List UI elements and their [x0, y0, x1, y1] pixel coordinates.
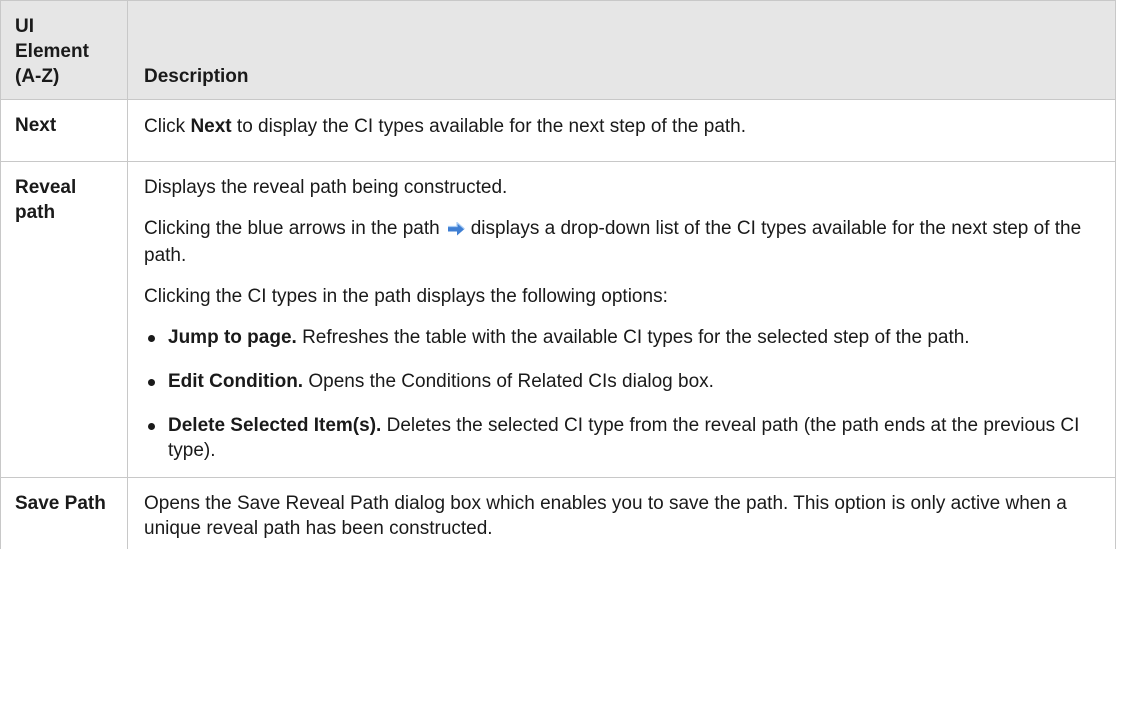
description-paragraph: Clicking the blue arrows in the path disp… — [144, 216, 1099, 268]
column-header-ui-element: UI Element (A-Z) — [0, 0, 128, 100]
table-row: Save Path Opens the Save Reveal Path dia… — [0, 477, 1116, 549]
description-bold-term: Next — [190, 116, 232, 137]
bullet-icon — [148, 335, 155, 342]
ui-elements-table: UI Element (A-Z) Description Next Click … — [0, 0, 1116, 549]
list-item: Edit Condition. Opens the Conditions of … — [144, 369, 1099, 394]
description-text: Click — [144, 116, 191, 137]
ui-element-description: Displays the reveal path being construct… — [127, 161, 1116, 478]
option-name: Delete Selected Item(s). — [168, 415, 382, 436]
table-row: Reveal path Displays the reveal path bei… — [0, 161, 1116, 478]
list-item: Delete Selected Item(s). Deletes the sel… — [144, 413, 1099, 463]
table-header-row: UI Element (A-Z) Description — [0, 0, 1116, 100]
ui-element-name: Reveal path — [0, 161, 128, 478]
description-text: to display the CI types available for th… — [231, 116, 747, 137]
options-list: Jump to page. Refreshes the table with t… — [144, 325, 1099, 463]
option-name: Edit Condition. — [168, 371, 304, 392]
description-text: Clicking the blue arrows in the path — [144, 218, 440, 239]
description-paragraph: Displays the reveal path being construct… — [144, 177, 508, 198]
table-row: Next Click Next to display the CI types … — [0, 99, 1116, 162]
blue-right-arrow-icon — [447, 218, 465, 243]
ui-element-description: Opens the Save Reveal Path dialog box wh… — [127, 477, 1116, 549]
ui-element-name: Save Path — [0, 477, 128, 549]
option-description: Refreshes the table with the available C… — [296, 327, 970, 348]
bullet-icon — [148, 379, 155, 386]
column-header-description: Description — [127, 0, 1116, 100]
bullet-icon — [148, 423, 155, 430]
option-description: Opens the Conditions of Related CIs dial… — [303, 371, 714, 392]
ui-element-description: Click Next to display the CI types avail… — [127, 99, 1116, 162]
option-name: Jump to page. — [168, 327, 297, 348]
ui-element-name: Next — [0, 99, 128, 162]
description-paragraph: Clicking the CI types in the path displa… — [144, 286, 668, 307]
list-item: Jump to page. Refreshes the table with t… — [144, 325, 1099, 350]
